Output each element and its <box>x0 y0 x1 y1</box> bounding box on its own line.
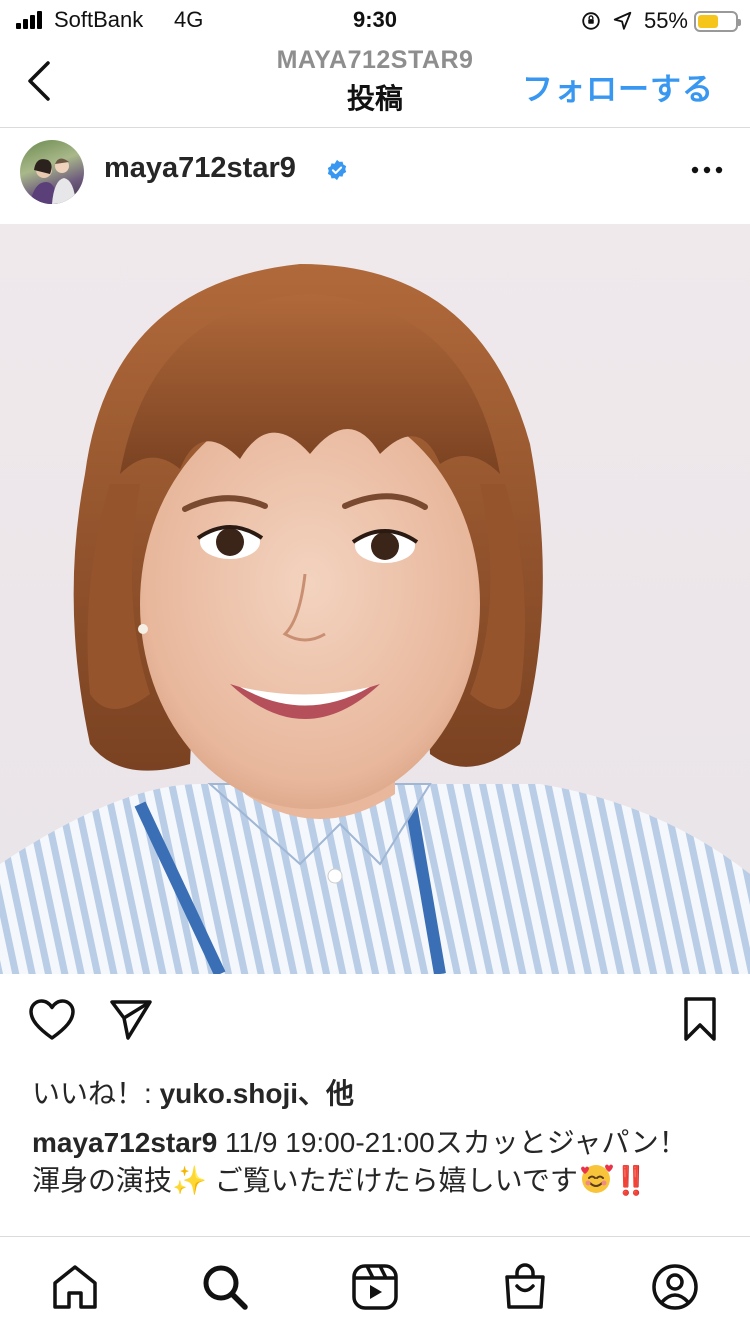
caption-line2-rest: ご覧いただけたら嬉しいです <box>206 1165 578 1196</box>
status-bar: SoftBank 4G 9:30 55% <box>0 0 750 42</box>
double-exclamation-emoji: ‼️ <box>613 1165 649 1196</box>
search-icon[interactable] <box>199 1261 251 1313</box>
more-horizontal-icon[interactable] <box>690 164 724 176</box>
post-header: maya712star9 <box>0 128 750 224</box>
orientation-lock-icon <box>582 12 600 30</box>
verified-badge-icon <box>327 159 347 181</box>
home-icon[interactable] <box>49 1261 101 1313</box>
likes-line: いいね！: yuko.shoji、他 <box>32 1072 354 1112</box>
likes-prefix: いいね！: <box>32 1078 160 1109</box>
bookmark-icon[interactable] <box>682 996 718 1042</box>
follow-button[interactable]: フォローする <box>522 64 714 109</box>
post-photo[interactable] <box>0 224 750 974</box>
profile-icon[interactable] <box>649 1261 701 1313</box>
location-arrow-icon <box>613 11 632 30</box>
bottom-tab-bar <box>0 1236 750 1334</box>
avatar-image <box>30 158 76 204</box>
avatar[interactable] <box>20 140 84 204</box>
nav-header: MAYA712STAR9 投稿 フォローする <box>0 42 750 128</box>
heart-icon[interactable] <box>28 998 76 1042</box>
caption-line1: 11/9 19:00-21:00スカッとジャパン！ <box>217 1127 687 1158</box>
selfie-illustration <box>0 264 750 974</box>
post-username[interactable]: maya712star9 <box>104 152 296 185</box>
reels-icon[interactable] <box>349 1261 401 1313</box>
battery-level <box>698 14 718 28</box>
likes-user-link[interactable]: yuko.shoji <box>160 1078 298 1109</box>
post-actions <box>0 994 750 1054</box>
status-right: 55% <box>580 7 741 35</box>
post-caption: maya712star9 11/9 19:00-21:00スカッとジャパン！ 渾… <box>32 1124 722 1200</box>
caption-line2-text: 渾身の演技 <box>32 1165 173 1196</box>
shop-icon[interactable] <box>499 1261 551 1313</box>
send-icon[interactable] <box>108 996 154 1042</box>
battery-percent: 55% <box>643 8 688 33</box>
smiling-face-with-hearts-icon <box>580 1164 613 1193</box>
caption-username[interactable]: maya712star9 <box>32 1127 217 1158</box>
battery-icon <box>694 10 741 32</box>
sparkles-emoji: ✨ <box>172 1165 207 1196</box>
likes-suffix[interactable]: 、他 <box>298 1078 354 1109</box>
